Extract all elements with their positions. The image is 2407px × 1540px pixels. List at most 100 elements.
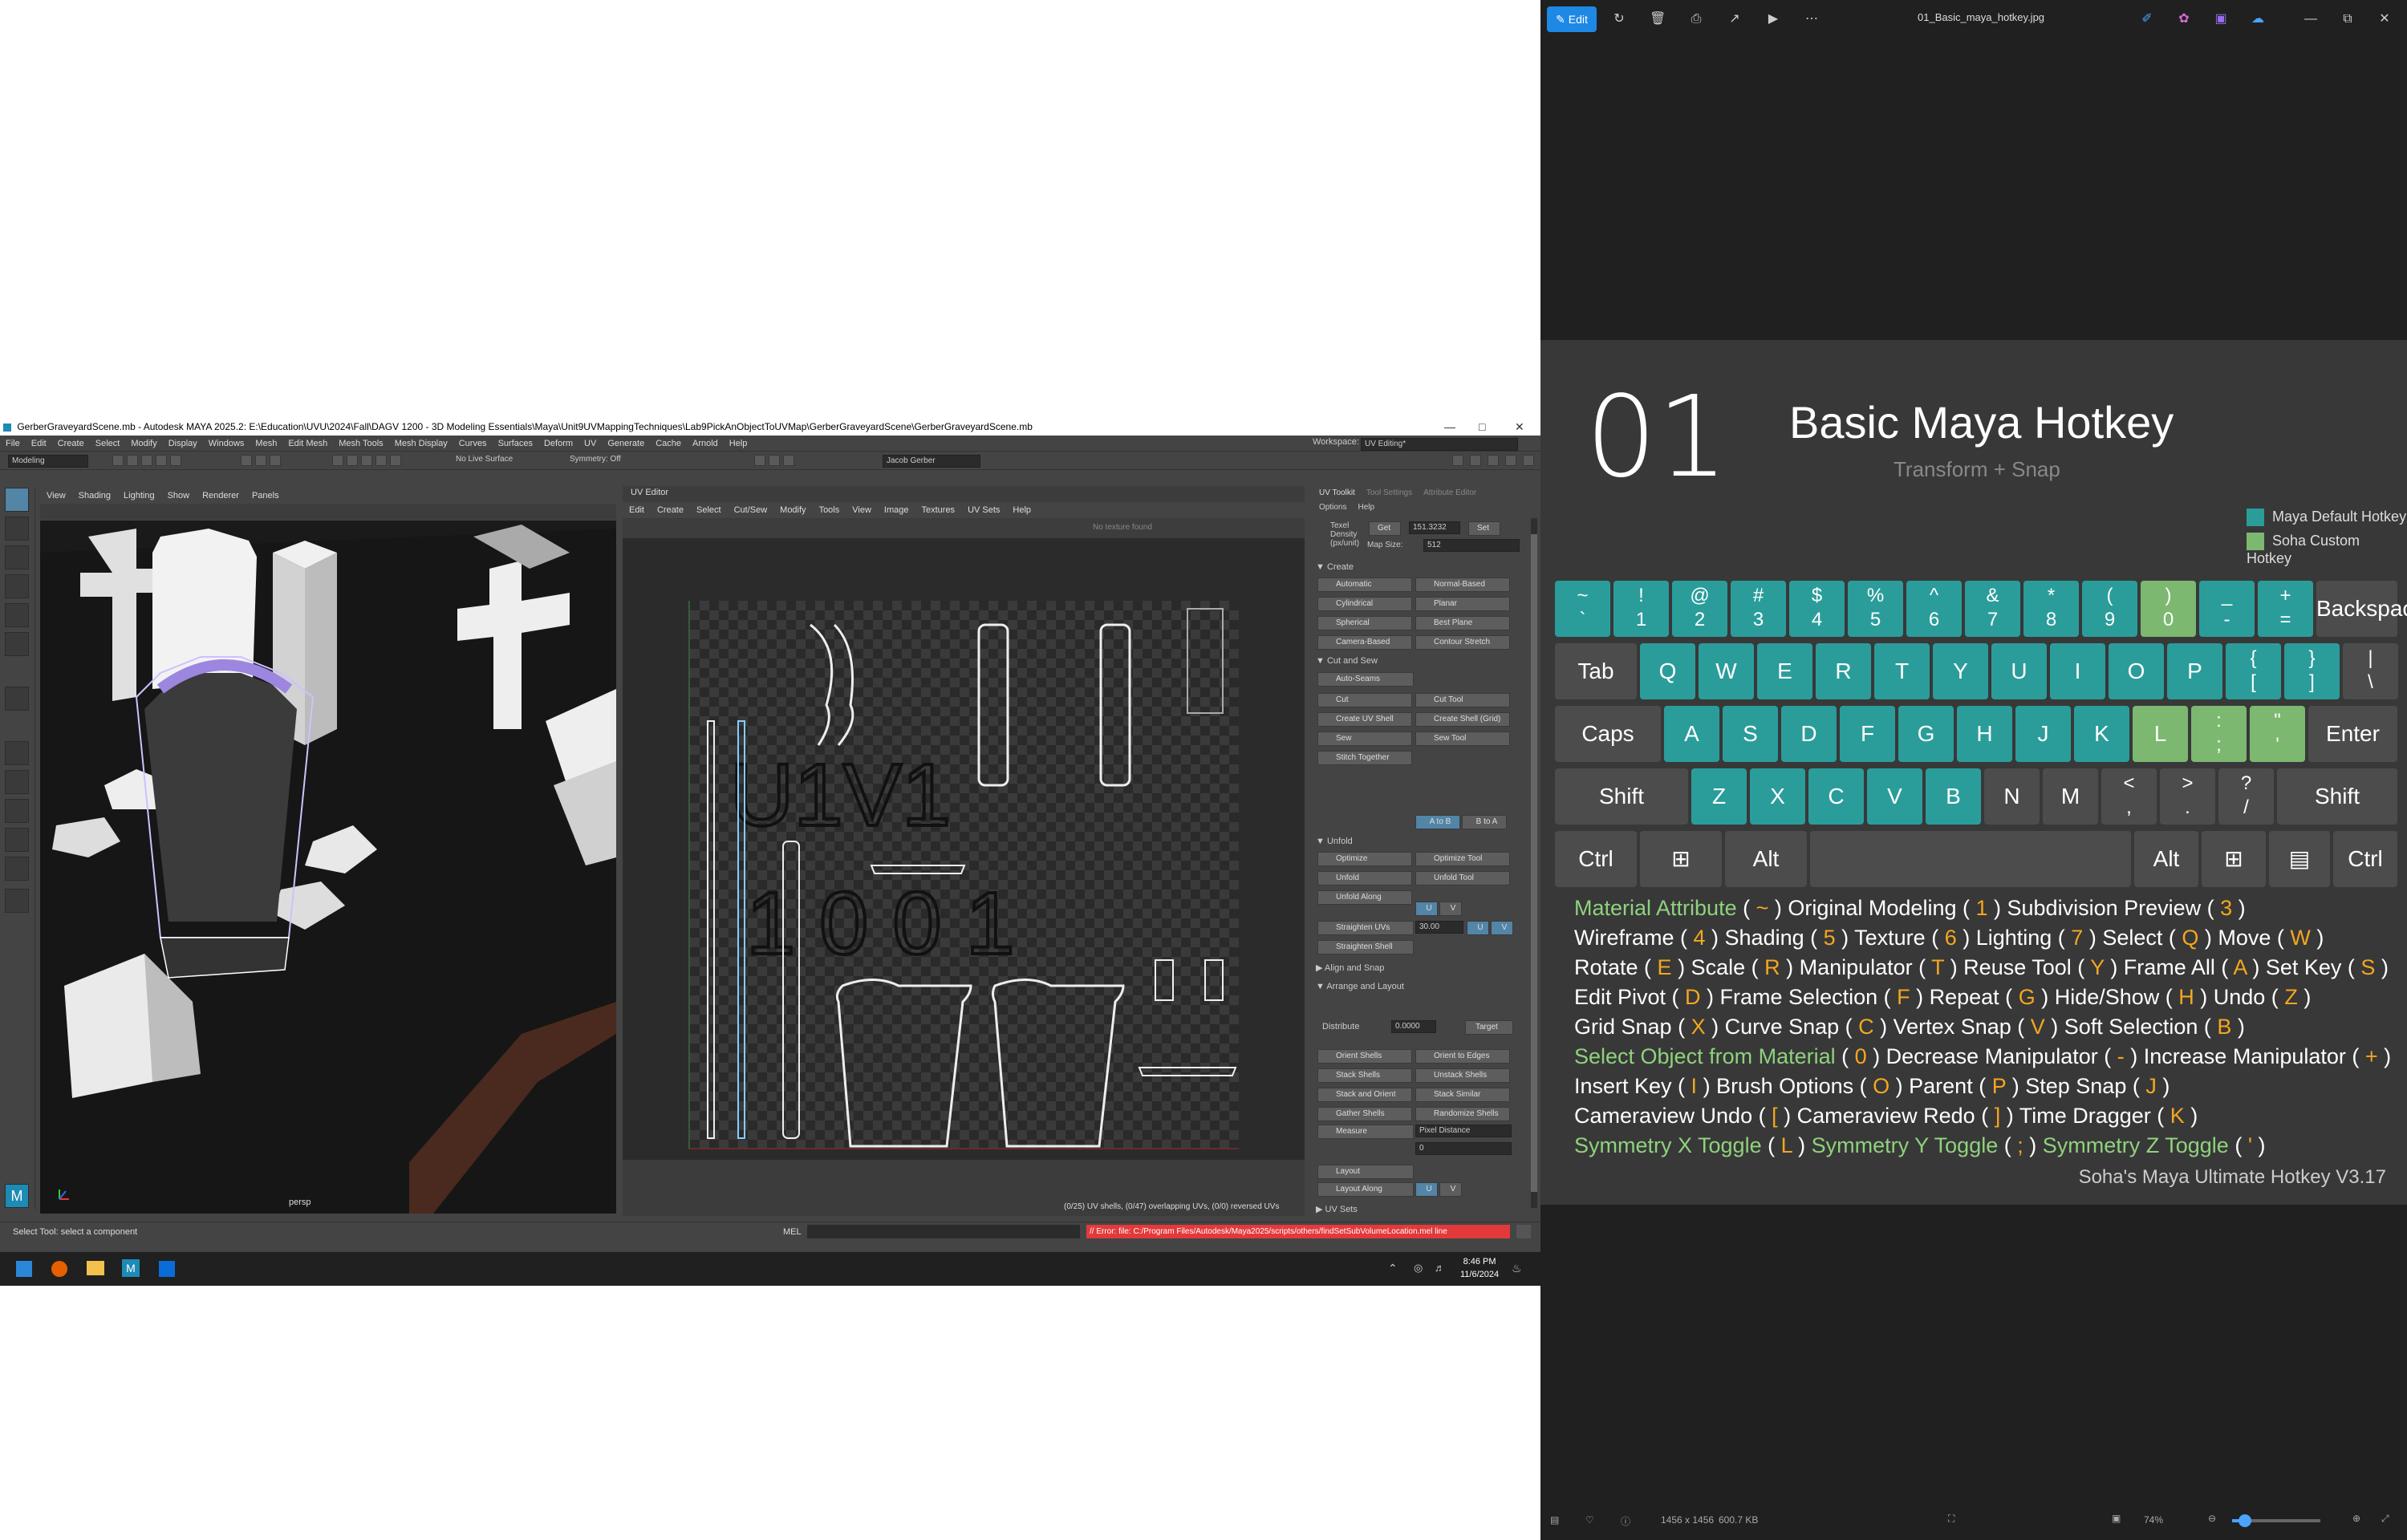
menu-mesh[interactable]: Mesh bbox=[255, 439, 277, 448]
script-editor-icon[interactable] bbox=[1516, 1225, 1531, 1238]
contour-stretch-button[interactable]: Contour Stretch bbox=[1415, 635, 1510, 650]
viewport-menu-panels[interactable]: Panels bbox=[252, 491, 279, 500]
menu-mesh-tools[interactable]: Mesh Tools bbox=[339, 439, 383, 448]
edit-paint-icon[interactable]: ✐ bbox=[2139, 11, 2155, 27]
stack-shells-button[interactable]: Stack Shells bbox=[1317, 1068, 1412, 1083]
stitch-together-button[interactable]: Stitch Together bbox=[1317, 751, 1412, 765]
uv-menu-modify[interactable]: Modify bbox=[780, 505, 806, 515]
viewer-close-icon[interactable]: ✕ bbox=[2377, 11, 2393, 27]
create-shell-grid-button[interactable]: Create Shell (Grid) bbox=[1415, 712, 1510, 727]
four-view-icon[interactable] bbox=[5, 828, 29, 852]
viewport-menu-renderer[interactable]: Renderer bbox=[202, 491, 239, 500]
uv-menu-help[interactable]: Help bbox=[1013, 505, 1031, 515]
viewport-menu-show[interactable]: Show bbox=[168, 491, 190, 500]
fullscreen-icon[interactable]: ⤢ bbox=[2381, 1513, 2389, 1525]
snap-grid-icon[interactable] bbox=[332, 455, 343, 466]
workspace-dropdown[interactable]: UV Editing* bbox=[1361, 438, 1518, 451]
onedrive-icon[interactable]: ☁ bbox=[2250, 11, 2266, 27]
single-view-icon[interactable] bbox=[5, 741, 29, 765]
menu-edit-mesh[interactable]: Edit Mesh bbox=[288, 439, 327, 448]
favorite-icon[interactable]: ♡ bbox=[1585, 1514, 1594, 1526]
viewport-menu-shading[interactable]: Shading bbox=[79, 491, 111, 500]
uv-menu-view[interactable]: View bbox=[852, 505, 871, 515]
select-component-icon[interactable] bbox=[270, 455, 281, 466]
zoom-level[interactable]: 74% bbox=[2144, 1514, 2163, 1526]
undo-icon[interactable] bbox=[156, 455, 167, 466]
menu-windows[interactable]: Windows bbox=[209, 439, 245, 448]
edit-button[interactable]: ✎ Edit bbox=[1547, 6, 1597, 32]
zoom-slider[interactable] bbox=[2232, 1514, 2320, 1527]
redo-icon[interactable] bbox=[170, 455, 181, 466]
unfold-along-v-button[interactable]: V bbox=[1439, 902, 1462, 916]
paint-select-icon[interactable] bbox=[5, 545, 29, 569]
symmetry-label[interactable]: Symmetry: Off bbox=[570, 455, 621, 464]
orient-to-edges-button[interactable]: Orient to Edges bbox=[1415, 1049, 1510, 1064]
toolkit-menu-help[interactable]: Help bbox=[1358, 503, 1374, 512]
taskbar-clock[interactable]: 8:46 PM 11/6/2024 bbox=[1460, 1255, 1499, 1281]
create-uv-shell-button[interactable]: Create UV Shell bbox=[1317, 712, 1412, 727]
camera-based-button[interactable]: Camera-Based bbox=[1317, 635, 1412, 650]
panel-layout-icon[interactable] bbox=[1470, 455, 1481, 466]
uv-menu-image[interactable]: Image bbox=[884, 505, 909, 515]
two-view-icon[interactable] bbox=[5, 770, 29, 794]
menu-arnold[interactable]: Arnold bbox=[692, 439, 718, 448]
menu-create[interactable]: Create bbox=[58, 439, 84, 448]
file-info-icon[interactable]: ⓘ bbox=[1621, 1514, 1630, 1528]
notification-bell-icon[interactable]: ♨ bbox=[1512, 1262, 1522, 1275]
unstack-shells-button[interactable]: Unstack Shells bbox=[1415, 1068, 1510, 1083]
more-options-icon[interactable]: ⋯ bbox=[1804, 11, 1820, 27]
get-texel-button[interactable]: Get bbox=[1369, 521, 1401, 536]
viewport-menu-view[interactable]: View bbox=[47, 491, 66, 500]
live-surface-label[interactable]: No Live Surface bbox=[456, 455, 513, 464]
settings-icon[interactable] bbox=[1523, 455, 1534, 466]
last-tool-icon[interactable] bbox=[5, 687, 29, 711]
normal-based-button[interactable]: Normal-Based bbox=[1415, 578, 1510, 592]
straighten-u-button[interactable]: U bbox=[1467, 921, 1489, 935]
windows-start-icon[interactable] bbox=[16, 1261, 32, 1277]
cut-button[interactable]: Cut bbox=[1317, 693, 1412, 707]
user-account-dropdown[interactable]: Jacob Gerber bbox=[883, 455, 980, 468]
actual-size-icon[interactable]: ▣ bbox=[2112, 1513, 2121, 1524]
lasso-tool-icon[interactable] bbox=[5, 517, 29, 541]
menu-deform[interactable]: Deform bbox=[544, 439, 573, 448]
optimize-button[interactable]: Optimize bbox=[1317, 852, 1412, 866]
attribute-editor-icon[interactable] bbox=[1505, 455, 1516, 466]
unfold-button[interactable]: Unfold bbox=[1317, 871, 1412, 886]
share-icon[interactable]: ↗ bbox=[1727, 11, 1743, 27]
straighten-shell-button[interactable]: Straighten Shell bbox=[1317, 940, 1414, 954]
layout-along-u-button[interactable]: U bbox=[1415, 1182, 1438, 1197]
cut-and-sew-section-header[interactable]: ▼ Cut and Sew bbox=[1316, 656, 1378, 666]
volume-icon[interactable]: ♬ bbox=[1435, 1262, 1445, 1274]
texel-density-input[interactable]: 151.3232 bbox=[1409, 521, 1460, 534]
node-editor-icon[interactable] bbox=[5, 857, 29, 881]
best-plane-button[interactable]: Best Plane bbox=[1415, 616, 1510, 630]
rotate-tool-icon[interactable] bbox=[5, 603, 29, 627]
set-texel-button[interactable]: Set bbox=[1468, 521, 1500, 536]
toolkit-tab-tool-settings[interactable]: Tool Settings bbox=[1366, 488, 1412, 497]
uv-menu-uv-sets[interactable]: UV Sets bbox=[968, 505, 1000, 515]
toolkit-menu-options[interactable]: Options bbox=[1319, 503, 1346, 512]
file-explorer-icon[interactable] bbox=[87, 1261, 104, 1275]
randomize-shells-button[interactable]: Randomize Shells bbox=[1415, 1107, 1510, 1121]
viewport-menu-lighting[interactable]: Lighting bbox=[124, 491, 155, 500]
orient-shells-button[interactable]: Orient Shells bbox=[1317, 1049, 1412, 1064]
filmstrip-icon[interactable]: ▤ bbox=[1550, 1514, 1559, 1526]
spherical-button[interactable]: Spherical bbox=[1317, 616, 1412, 630]
uv-sets-section-header[interactable]: ▶ UV Sets bbox=[1316, 1204, 1358, 1214]
slideshow-icon[interactable]: ▶ bbox=[1765, 11, 1781, 27]
unfold-along-u-button[interactable]: U bbox=[1415, 902, 1438, 916]
perspective-viewport[interactable]: persp bbox=[40, 521, 616, 1214]
layout-along-v-button[interactable]: V bbox=[1439, 1182, 1462, 1197]
photos-taskbar-icon[interactable] bbox=[159, 1261, 175, 1277]
snap-curve-icon[interactable] bbox=[347, 455, 358, 466]
maximize-icon[interactable]: □ bbox=[1479, 418, 1485, 436]
distribute-target-button[interactable]: Target bbox=[1465, 1020, 1513, 1035]
outliner-icon[interactable] bbox=[5, 799, 29, 823]
cut-tool-button[interactable]: Cut Tool bbox=[1415, 693, 1510, 707]
zoom-in-icon[interactable]: ⊕ bbox=[2352, 1513, 2360, 1524]
uv-menu-textures[interactable]: Textures bbox=[921, 505, 955, 515]
toolkit-tab-uv-toolkit[interactable]: UV Toolkit bbox=[1319, 488, 1355, 497]
snap-surface-icon[interactable] bbox=[390, 455, 401, 466]
create-section-header[interactable]: ▼ Create bbox=[1316, 562, 1354, 572]
map-size-input[interactable]: 512 bbox=[1423, 539, 1520, 552]
